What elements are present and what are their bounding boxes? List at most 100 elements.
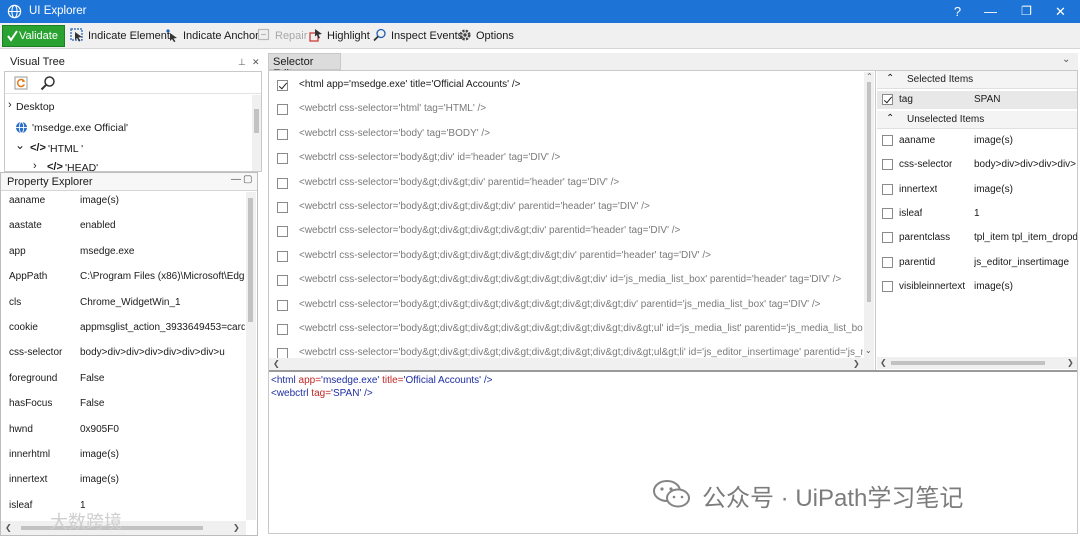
selector-row-checkbox[interactable]	[277, 275, 288, 287]
selector-vscrollbar[interactable]: ⌃ ⌄	[864, 72, 874, 358]
scroll-thumb[interactable]	[248, 198, 253, 322]
scroll-left-icon[interactable]: ❮	[273, 359, 280, 368]
tab-selector-editor[interactable]: Selector Editor	[268, 53, 341, 80]
selector-row-checkbox[interactable]	[277, 324, 288, 335]
unselected-attribute-row[interactable]: parentid js_editor_insertimage	[877, 254, 1077, 272]
unselected-attribute-row[interactable]: innertext image(s)	[877, 181, 1077, 199]
selector-row-checkbox[interactable]	[277, 153, 288, 165]
unselected-items-header[interactable]: ⌃ Unselected Items	[877, 111, 1077, 129]
scroll-left-icon[interactable]: ❮	[5, 523, 12, 532]
selector-row[interactable]: <webctrl css-selector='body&gt;div&gt;di…	[269, 322, 863, 338]
repair-button[interactable]: Repair	[257, 26, 307, 46]
attribute-checkbox[interactable]	[882, 135, 893, 146]
inspect-events-button[interactable]: Inspect Events	[373, 26, 463, 46]
attribute-value[interactable]: js_editor_insertimage	[974, 257, 1077, 268]
property-value[interactable]: appmsglist_action_3933649453=card; M	[80, 322, 245, 333]
close-button[interactable]: ✕	[1044, 0, 1077, 23]
attribute-value[interactable]: image(s)	[974, 184, 1077, 195]
attribute-value[interactable]: 1	[974, 208, 1077, 219]
selector-row[interactable]: <webctrl css-selector='body&gt;div&gt;di…	[269, 298, 863, 314]
property-value[interactable]: 0x905F0	[80, 424, 245, 435]
selector-row[interactable]: <webctrl css-selector='body&gt;div&gt;di…	[269, 200, 863, 216]
selector-row-checkbox[interactable]	[277, 128, 288, 140]
expand-arrow-icon[interactable]: ›	[33, 160, 37, 172]
property-value[interactable]: msedge.exe	[80, 246, 245, 257]
selected-items-header[interactable]: ⌃ Selected Items	[877, 71, 1077, 89]
selector-hscrollbar[interactable]: ❮ ❯	[269, 358, 874, 370]
selector-preview-line-2[interactable]: <webctrl tag='SPAN' />	[271, 388, 373, 399]
visual-tree-scrollbar[interactable]	[252, 95, 261, 171]
validate-button[interactable]: Validate	[2, 25, 65, 47]
scroll-thumb[interactable]	[891, 361, 1045, 365]
selector-row-checkbox[interactable]	[277, 250, 288, 262]
selector-row[interactable]: <webctrl css-selector='body&gt;div&gt;di…	[269, 273, 863, 289]
unselected-attribute-row[interactable]: visibleinnertext image(s)	[877, 278, 1077, 296]
collapse-icon[interactable]: ⌃	[886, 73, 894, 84]
restore-button[interactable]: ❐	[1010, 0, 1043, 23]
collapse-arrow-icon[interactable]: ⌄	[15, 138, 25, 152]
selector-row-checkbox[interactable]	[277, 299, 288, 311]
property-hscrollbar[interactable]: ❮ ❯	[1, 521, 246, 535]
property-scrollbar[interactable]	[246, 192, 256, 520]
attribute-checkbox[interactable]	[882, 183, 893, 195]
selector-row[interactable]: <webctrl css-selector='html' tag='HTML' …	[269, 102, 863, 118]
attribute-value[interactable]: SPAN	[974, 94, 1077, 105]
selector-row-checkbox[interactable]	[277, 80, 288, 91]
selector-row-checkbox[interactable]	[277, 104, 288, 116]
property-value[interactable]: enabled	[80, 220, 245, 231]
attribute-value[interactable]: image(s)	[974, 135, 1077, 146]
property-value[interactable]: image(s)	[80, 474, 245, 485]
pane-splitter[interactable]	[269, 370, 1077, 372]
highlight-button[interactable]: Highlight	[309, 26, 370, 46]
minimize-button[interactable]: —	[974, 0, 1007, 23]
refresh-icon[interactable]	[14, 76, 28, 90]
selector-row[interactable]: <html app='msedge.exe' title='Official A…	[269, 78, 863, 94]
property-value[interactable]: image(s)	[80, 195, 245, 206]
scroll-thumb[interactable]	[254, 109, 259, 133]
selected-attribute-row[interactable]: tag SPAN	[877, 91, 1077, 109]
selector-row[interactable]: <webctrl css-selector='body&gt;div' id='…	[269, 151, 863, 167]
unselected-attribute-row[interactable]: aaname image(s)	[877, 132, 1077, 150]
options-button[interactable]: Options	[458, 26, 514, 46]
property-value[interactable]: body>div>div>div>div>div>div>u	[80, 347, 245, 358]
attribute-checkbox[interactable]	[882, 159, 893, 171]
minimize-icon[interactable]: —	[231, 174, 241, 185]
unselected-attribute-row[interactable]: css-selector body>div>div>div>div>	[877, 156, 1077, 174]
property-value[interactable]: False	[80, 398, 245, 409]
scroll-right-icon[interactable]: ❯	[853, 359, 860, 368]
attribute-checkbox[interactable]	[882, 207, 893, 219]
selector-row-checkbox[interactable]	[277, 177, 288, 189]
search-icon[interactable]	[40, 75, 56, 91]
attribute-value[interactable]: body>div>div>div>div>	[974, 159, 1077, 170]
selector-row[interactable]: <webctrl css-selector='body&gt;div&gt;di…	[269, 176, 863, 192]
indicate-element-button[interactable]: Indicate Element	[70, 26, 170, 46]
selector-row-checkbox[interactable]	[277, 226, 288, 238]
property-value[interactable]: C:\Program Files (x86)\Microsoft\Edge\	[80, 271, 245, 282]
property-value[interactable]: image(s)	[80, 449, 245, 460]
scroll-down-icon[interactable]: ⌄	[865, 346, 872, 355]
selector-row-checkbox[interactable]	[277, 202, 288, 213]
attribute-checkbox[interactable]	[882, 232, 893, 244]
scroll-up-icon[interactable]: ⌃	[866, 72, 873, 81]
attributes-hscrollbar[interactable]: ❮ ❯	[877, 357, 1077, 369]
scroll-left-icon[interactable]: ❮	[880, 358, 887, 367]
scroll-right-icon[interactable]: ❯	[233, 523, 240, 532]
expand-arrow-icon[interactable]: ›	[8, 99, 12, 111]
unselected-attribute-row[interactable]: parentclass tpl_item tpl_item_dropd	[877, 229, 1077, 247]
visual-tree-close-button[interactable]: ✕	[252, 53, 260, 71]
unselected-attribute-row[interactable]: isleaf 1	[877, 205, 1077, 223]
collapse-icon[interactable]: ⌃	[886, 113, 894, 124]
selector-preview-line-1[interactable]: <html app='msedge.exe' title='Official A…	[271, 375, 493, 386]
property-value[interactable]: Chrome_WidgetWin_1	[80, 297, 245, 308]
property-value[interactable]: False	[80, 373, 245, 384]
attribute-checkbox[interactable]	[882, 280, 893, 292]
attribute-value[interactable]: tpl_item tpl_item_dropd	[974, 232, 1077, 243]
attribute-value[interactable]: image(s)	[974, 281, 1077, 292]
help-button[interactable]: ?	[941, 0, 974, 23]
chevron-down-icon[interactable]: ⌄	[1062, 54, 1070, 65]
scroll-right-icon[interactable]: ❯	[1067, 358, 1074, 367]
attribute-checkbox[interactable]	[882, 256, 893, 268]
attribute-checkbox[interactable]	[882, 94, 893, 105]
selector-row[interactable]: <webctrl css-selector='body' tag='BODY' …	[269, 127, 863, 143]
scroll-thumb[interactable]	[867, 82, 871, 302]
